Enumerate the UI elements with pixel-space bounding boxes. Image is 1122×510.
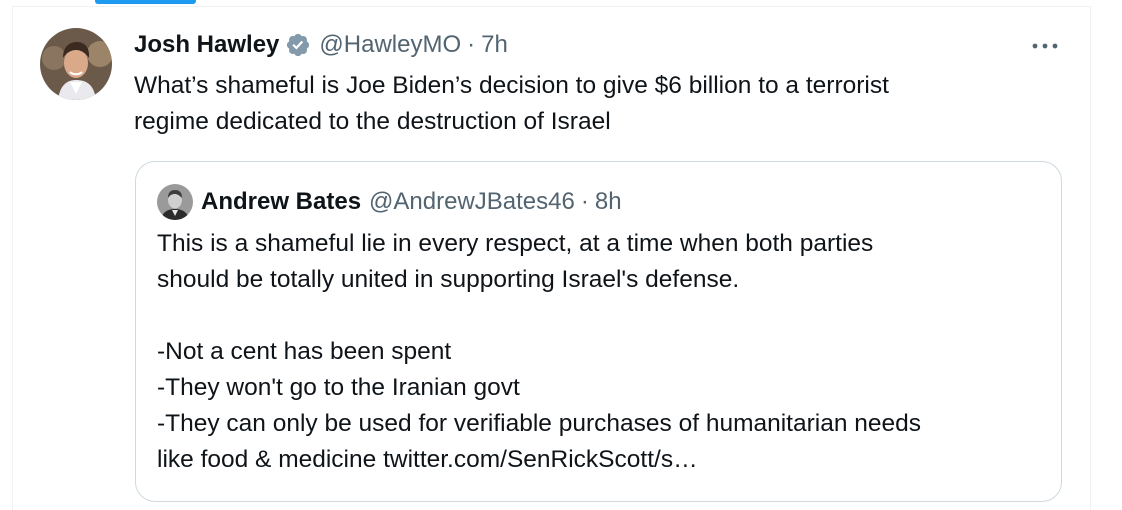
divider	[12, 6, 1091, 7]
quoted-author-name[interactable]: Andrew Bates	[201, 188, 361, 216]
divider	[12, 6, 13, 510]
separator-dot: ·	[467, 31, 476, 58]
timestamp[interactable]: 7h	[481, 31, 508, 59]
quoted-tweet-text: This is a shameful lie in every respect,…	[157, 230, 922, 473]
quoted-timestamp[interactable]: 8h	[595, 188, 622, 216]
divider	[1090, 6, 1091, 510]
quoted-author-handle[interactable]: @AndrewJBates46	[369, 188, 575, 216]
separator-dot: ·	[580, 188, 589, 215]
verified-badge-icon[interactable]	[285, 32, 311, 58]
author-handle[interactable]: @HawleyMO	[319, 31, 461, 59]
avatar-photo-icon[interactable]	[157, 184, 193, 220]
quoted-tweet-header: Andrew Bates @AndrewJBates46 · 8h	[201, 184, 622, 220]
more-options-icon[interactable]	[1028, 32, 1062, 60]
tab-active-indicator	[95, 0, 196, 4]
author-name[interactable]: Josh Hawley	[134, 31, 279, 59]
tweet-text: What’s shameful is Joe Biden’s decision …	[134, 72, 889, 135]
quoted-tweet[interactable]: Andrew Bates @AndrewJBates46 · 8h This i…	[135, 161, 1062, 502]
tweet-header: Josh Hawley @HawleyMO · 7h	[134, 28, 508, 62]
avatar-photo-icon[interactable]	[40, 28, 112, 100]
